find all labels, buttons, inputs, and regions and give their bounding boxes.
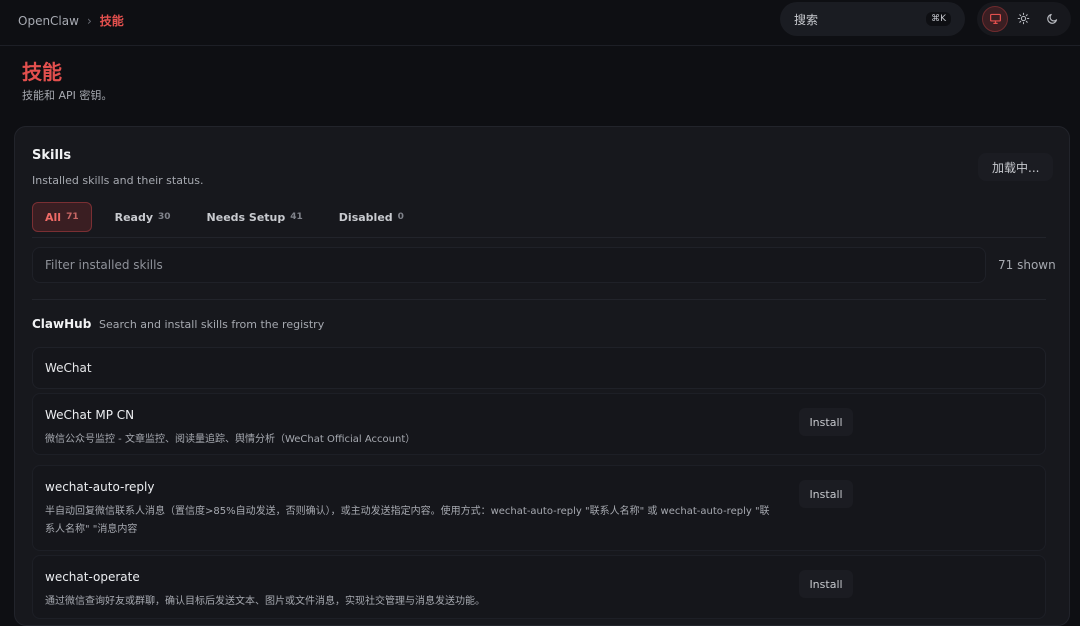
skill-description: 通过微信查询好友或群聊，确认目标后发送文本、图片或文件消息，实现社交管理与消息发… — [45, 596, 485, 607]
tab-disabled[interactable]: Disabled 0 — [326, 202, 417, 232]
divider — [32, 237, 1046, 238]
tab-count: 30 — [158, 212, 171, 222]
clawhub-search-input[interactable] — [32, 347, 1046, 389]
skills-title: Skills — [32, 148, 72, 163]
install-button[interactable]: Install — [799, 480, 853, 508]
monitor-icon — [989, 10, 1002, 29]
tab-label: All — [45, 210, 62, 224]
global-search[interactable]: 搜索 ⌘K — [780, 2, 965, 36]
breadcrumb-separator: › — [86, 13, 92, 28]
skills-card: Skills Installed skills and their status… — [14, 126, 1070, 626]
skill-description: 半自动回复微信联系人消息（置信度>85%自动发送，否则确认），或主动发送指定内容… — [45, 506, 770, 535]
breadcrumb: OpenClaw › 技能 — [18, 12, 124, 29]
sun-icon — [1017, 10, 1030, 29]
install-button[interactable]: Install — [799, 408, 853, 436]
theme-system-button[interactable] — [982, 6, 1009, 32]
tab-needs-setup[interactable]: Needs Setup 41 — [194, 202, 316, 232]
filter-installed-skills-input[interactable] — [32, 247, 986, 283]
tab-label: Ready — [114, 210, 153, 224]
list-item: WeChat MP CN 微信公众号监控 - 文章监控、阅读量追踪、舆情分析（W… — [32, 393, 1046, 455]
refresh-button[interactable]: 加载中... — [978, 153, 1054, 181]
divider — [32, 299, 1046, 300]
moon-icon — [1046, 10, 1059, 29]
skills-description: Installed skills and their status. — [32, 174, 204, 187]
list-item: wechat-auto-reply 半自动回复微信联系人消息（置信度>85%自动… — [32, 465, 1046, 551]
skill-name: wechat-auto-reply — [45, 480, 155, 494]
page-title: 技能 — [22, 60, 62, 84]
skill-name: wechat-operate — [45, 570, 140, 584]
breadcrumb-current: 技能 — [99, 14, 124, 28]
tab-ready[interactable]: Ready 30 — [102, 202, 184, 232]
clawhub-title: ClawHub — [32, 317, 92, 331]
tab-label: Needs Setup — [206, 210, 286, 224]
search-shortcut: ⌘K — [926, 12, 951, 26]
breadcrumb-root[interactable]: OpenClaw — [18, 14, 79, 28]
search-label: 搜索 — [794, 12, 819, 27]
skill-filter-tabs: All 71 Ready 30 Needs Setup 41 Disabled … — [32, 202, 417, 232]
install-button[interactable]: Install — [799, 570, 853, 598]
tab-all[interactable]: All 71 — [32, 202, 92, 232]
top-bar: OpenClaw › 技能 搜索 ⌘K — [0, 0, 1080, 46]
list-item: wechat-operate 通过微信查询好友或群聊，确认目标后发送文本、图片或… — [32, 555, 1046, 619]
tab-count: 0 — [397, 212, 404, 222]
shown-count: 71 shown — [998, 258, 1056, 272]
skill-name: WeChat MP CN — [45, 408, 135, 422]
theme-dark-button[interactable] — [1040, 6, 1066, 32]
theme-switcher — [977, 2, 1071, 36]
tab-label: Disabled — [338, 210, 393, 224]
page-subtitle: 技能和 API 密钥。 — [22, 89, 113, 102]
skill-description: 微信公众号监控 - 文章监控、阅读量追踪、舆情分析（WeChat Officia… — [45, 434, 416, 445]
theme-light-button[interactable] — [1011, 6, 1037, 32]
tab-count: 41 — [290, 212, 303, 222]
clawhub-description: Search and install skills from the regis… — [99, 318, 325, 331]
tab-count: 71 — [66, 212, 79, 222]
